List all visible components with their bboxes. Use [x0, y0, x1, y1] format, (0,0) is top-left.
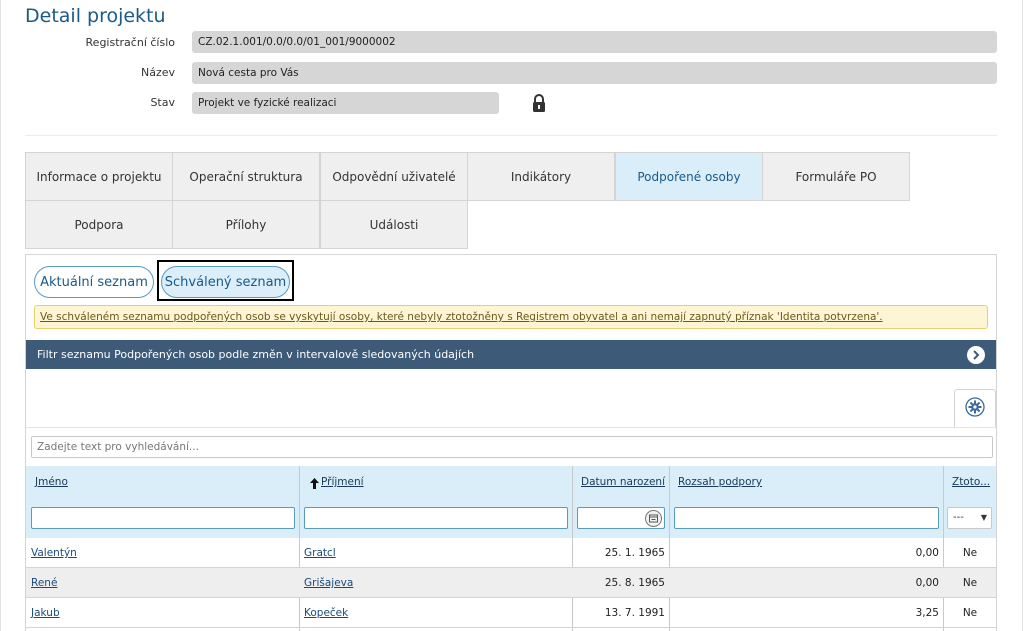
tab-events[interactable]: Události [320, 200, 468, 249]
last-name-link[interactable]: Gratcl [304, 538, 336, 568]
column-header-last-name[interactable]: Příjmení [321, 476, 364, 488]
last-name-link[interactable]: Kopeček [304, 598, 348, 628]
project-state-value: Projekt ve fyzické realizaci [192, 92, 499, 114]
registration-number-label: Registrační číslo [85, 36, 175, 49]
tab-operational-structure[interactable]: Operační struktura [172, 152, 320, 201]
project-name-label: Název [140, 66, 175, 79]
tab-indicators[interactable]: Indikátory [467, 152, 615, 201]
identity-cell: Ne [962, 577, 978, 589]
approved-list-button[interactable]: Schválený seznam [161, 266, 290, 298]
calendar-icon[interactable] [645, 510, 662, 527]
lock-icon [531, 94, 547, 112]
project-name-value: Nová cesta pro Vás [192, 62, 997, 84]
column-header-identity[interactable]: Ztoto... [952, 476, 990, 488]
tab-supported-persons[interactable]: Podpořené osoby [615, 152, 763, 201]
arrow-up-icon [310, 478, 319, 489]
project-state-label: Stav [150, 96, 175, 109]
first-name-link[interactable]: René [31, 568, 57, 598]
column-header-support-scope[interactable]: Rozsah podpory [678, 476, 762, 488]
column-header-first-name[interactable]: Jméno [35, 476, 68, 488]
identity-cell: Ne [962, 547, 978, 559]
birth-date-cell: 25. 8. 1965 [604, 577, 665, 589]
chevron-right-icon[interactable] [967, 346, 985, 364]
tab-responsible-users[interactable]: Odpovědní uživatelé [320, 152, 468, 201]
tab-project-info[interactable]: Informace o projektu [25, 152, 173, 201]
support-scope-cell: 0,00 [915, 577, 939, 589]
identity-cell: Ne [962, 607, 978, 619]
birth-date-cell: 13. 7. 1991 [604, 607, 665, 619]
tab-attachments[interactable]: Přílohy [172, 200, 320, 249]
column-header-birth-date[interactable]: Datum narození [581, 476, 665, 488]
table-row: René Grišajeva 25. 8. 1965 0,00 Ne [26, 568, 996, 598]
page-title: Detail projektu [25, 5, 166, 27]
support-scope-cell: 3,25 [915, 607, 939, 619]
support-scope-cell: 0,00 [915, 547, 939, 559]
grid-settings-button[interactable] [954, 389, 996, 427]
last-name-filter-input[interactable] [304, 507, 568, 529]
filter-panel-title: Filtr seznamu Podpořených osob podle změ… [37, 348, 475, 361]
tab-support[interactable]: Podpora [25, 200, 173, 249]
filter-panel-header[interactable]: Filtr seznamu Podpořených osob podle změ… [26, 340, 996, 369]
identity-filter-value: --- [953, 512, 964, 523]
table-row: Jakub Kopeček 13. 7. 1991 3,25 Ne [26, 598, 996, 628]
toolbar-divider [26, 427, 996, 428]
search-input[interactable] [31, 436, 993, 458]
first-name-filter-input[interactable] [31, 507, 295, 529]
last-name-link[interactable]: Grišajeva [304, 568, 353, 598]
identity-filter-select[interactable]: --- ▼ [947, 507, 992, 529]
dropdown-arrow-icon: ▼ [980, 513, 987, 522]
first-name-link[interactable]: Jakub [31, 598, 60, 628]
table-row: Valentýn Gratcl 25. 1. 1965 0,00 Ne [26, 538, 996, 568]
first-name-link[interactable]: Valentýn [31, 538, 77, 568]
identity-warning-link[interactable]: Ve schváleném seznamu podpořených osob s… [34, 305, 988, 329]
support-scope-filter-input[interactable] [674, 507, 939, 529]
birth-date-cell: 25. 1. 1965 [604, 547, 665, 559]
registration-number-value: CZ.02.1.001/0.0/0.0/01_001/9000002 [192, 31, 997, 53]
tab-po-forms[interactable]: Formuláře PO [762, 152, 910, 201]
section-divider [25, 135, 997, 136]
current-list-button[interactable]: Aktuální seznam [34, 266, 154, 298]
gear-icon [965, 397, 985, 420]
